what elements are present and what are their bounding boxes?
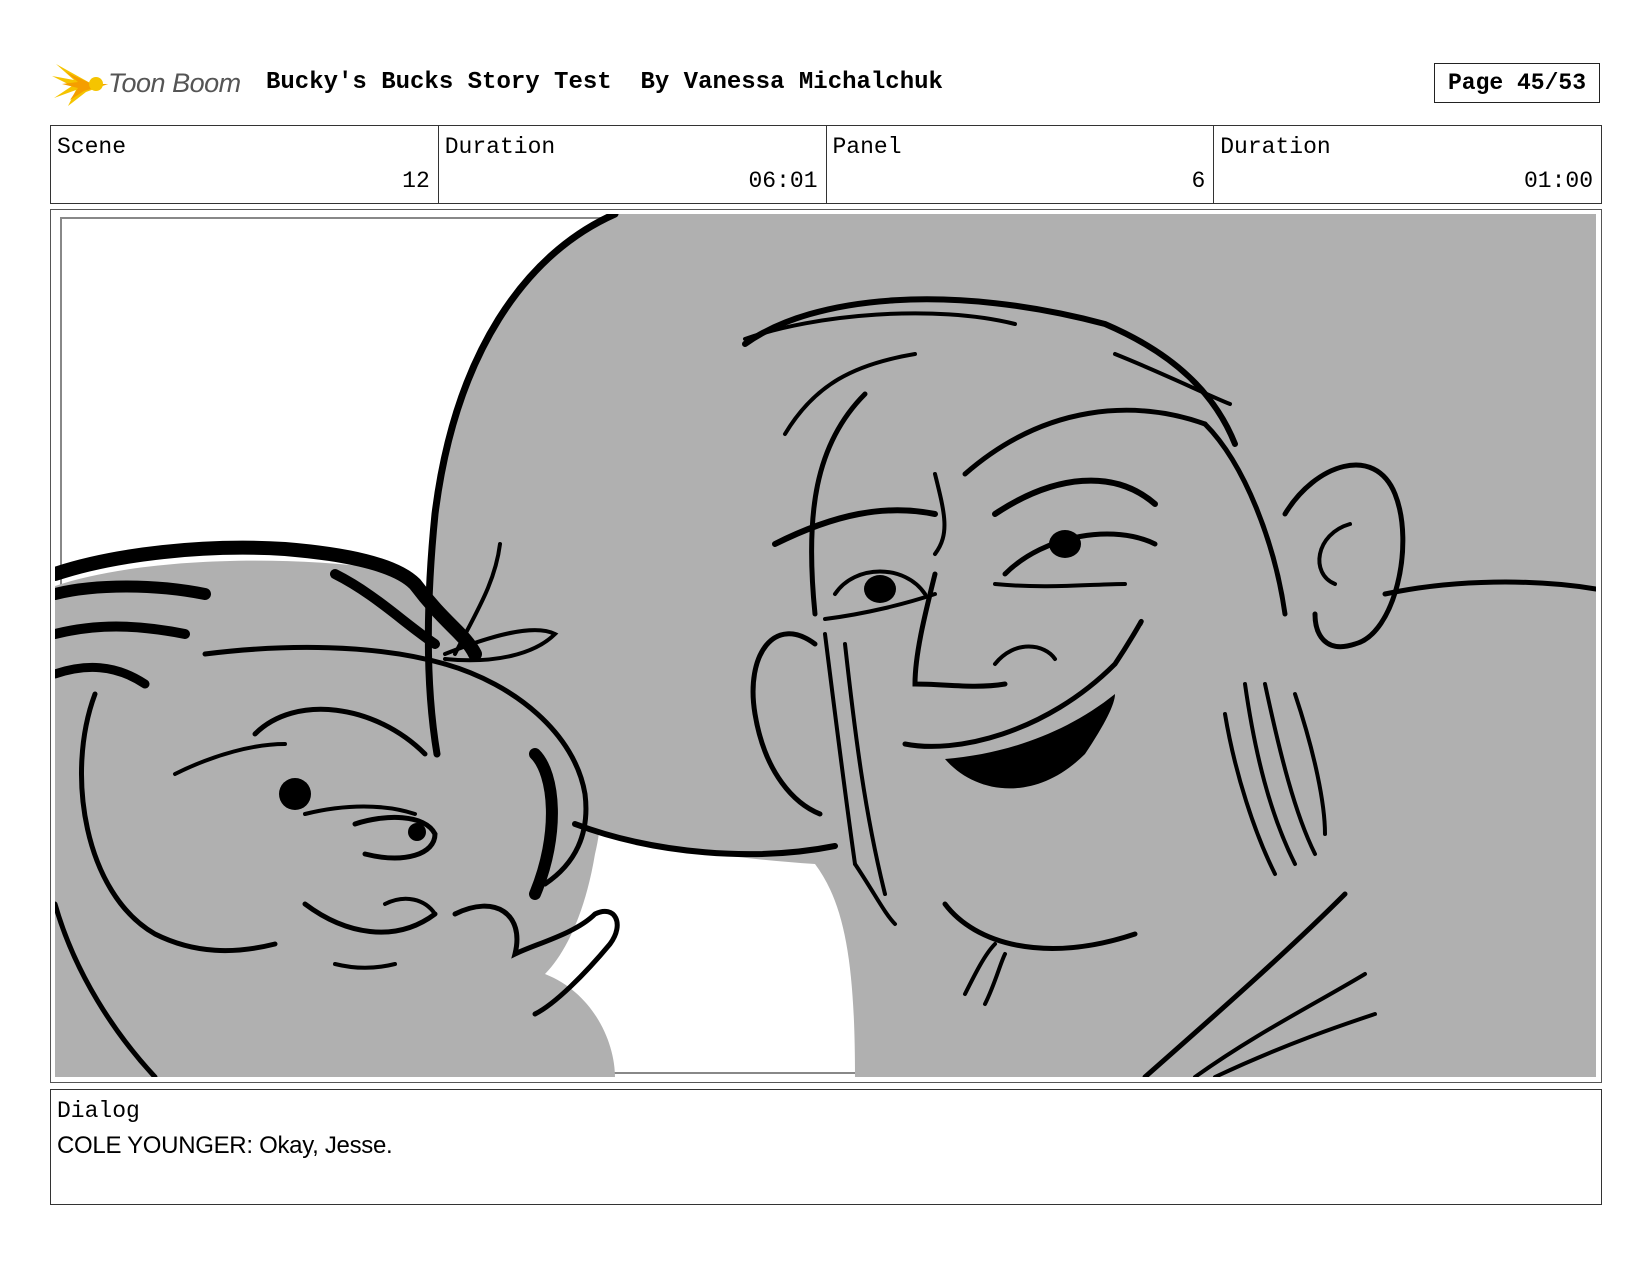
panel-duration-label: Duration [1220,134,1331,160]
scene-cell: Scene 12 [51,126,439,203]
scene-duration-value: 06:01 [748,168,818,194]
scene-label: Scene [57,134,127,160]
scene-duration-label: Duration [444,134,556,160]
dialog-box: Dialog COLE YOUNGER: Okay, Jesse. [50,1089,1602,1205]
toon-boom-logo: Toon Boom [52,58,252,108]
page-indicator: Page 45/53 [1434,63,1600,103]
sketch-drawing [55,214,1596,1077]
storyboard-sketch [55,214,1596,1077]
storyboard-header: Toon Boom Bucky's Bucks Story Test By Va… [52,58,1604,108]
panel-duration-cell: Duration 01:00 [1214,126,1601,203]
dialog-label: Dialog [57,1098,140,1124]
logo-wordmark: Toon Boom [108,68,241,98]
scene-duration-cell: Duration 06:01 [439,126,827,203]
document-title: Bucky's Bucks Story Test By Vanessa Mich… [266,69,943,96]
dialog-text: COLE YOUNGER: Okay, Jesse. [57,1132,393,1159]
panel-info-row: Scene 12 Duration 06:01 Panel 6 Duration… [50,125,1602,204]
starburst-icon [52,64,108,106]
scene-value: 12 [402,168,430,194]
right-character-silhouette [427,214,1596,1077]
panel-label: Panel [832,134,902,160]
panel-duration-value: 01:00 [1523,168,1593,194]
storyboard-panel-frame [50,209,1602,1083]
panel-cell: Panel 6 [827,126,1215,203]
panel-value: 6 [1191,168,1206,194]
